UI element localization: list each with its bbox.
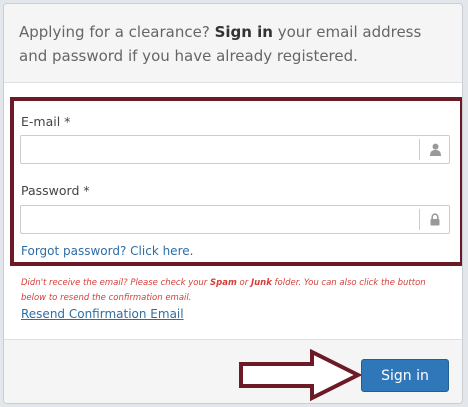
email-input[interactable] xyxy=(21,136,417,163)
intro-text-bold: Sign in xyxy=(214,23,273,41)
intro-text: Applying for a clearance? Sign in your e… xyxy=(19,20,449,68)
email-label: E-mail * xyxy=(21,114,71,129)
password-label: Password * xyxy=(21,183,90,198)
notice-text-1: Didn't receive the email? Please check y… xyxy=(21,278,211,288)
notice-junk: Junk xyxy=(250,278,272,288)
password-field-group xyxy=(20,205,450,234)
password-addon xyxy=(419,209,449,230)
email-addon xyxy=(419,139,449,160)
email-field-group xyxy=(20,135,450,164)
arrow-right-icon xyxy=(239,349,362,401)
panel-header: Applying for a clearance? Sign in your e… xyxy=(4,4,462,83)
notice-text-2: or xyxy=(236,278,251,288)
highlight-box xyxy=(10,97,462,266)
user-icon xyxy=(430,143,441,156)
password-input[interactable] xyxy=(21,206,417,233)
forgot-password-link[interactable]: Forgot password? Click here. xyxy=(21,244,193,258)
notice-spam: Spam xyxy=(210,278,237,288)
sign-in-button[interactable]: Sign in xyxy=(361,359,449,392)
resend-confirmation-link[interactable]: Resend Confirmation Email xyxy=(21,307,184,321)
resend-notice: Didn't receive the email? Please check y… xyxy=(21,276,441,306)
login-panel: Applying for a clearance? Sign in your e… xyxy=(3,3,463,404)
lock-icon xyxy=(430,213,440,226)
intro-text-start: Applying for a clearance? xyxy=(19,23,215,41)
